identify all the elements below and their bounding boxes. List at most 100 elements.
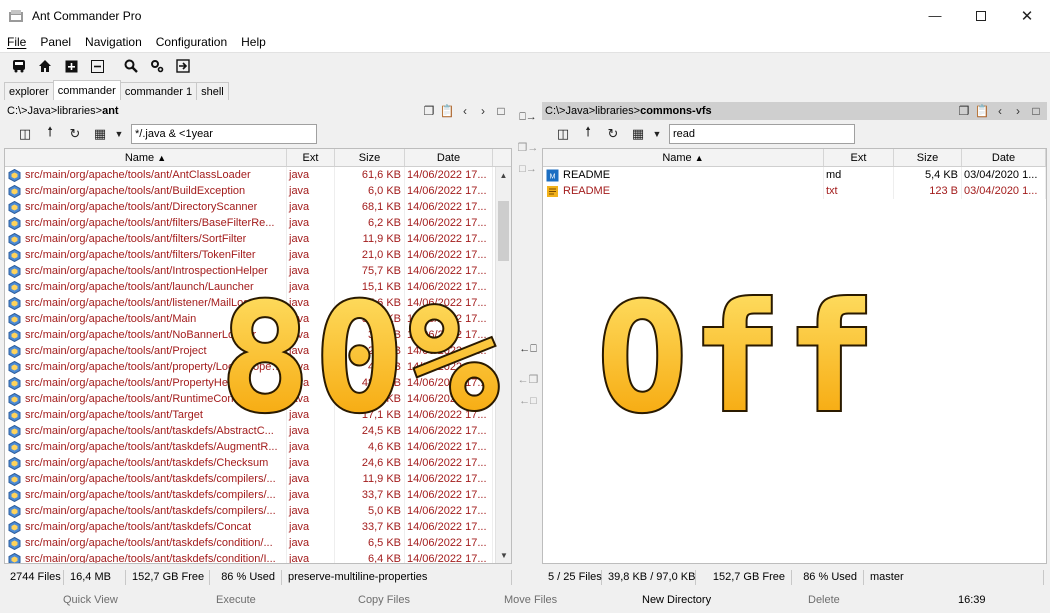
right-path[interactable]: C:\>Java>libraries>commons-vfs xyxy=(545,105,712,117)
left-scrollbar[interactable]: ▲ ▼ xyxy=(495,167,511,563)
maximize-button[interactable] xyxy=(958,0,1004,31)
collapse-button[interactable] xyxy=(86,55,108,77)
search-button[interactable] xyxy=(120,55,142,77)
right-copy-path-button[interactable]: ❐ xyxy=(955,103,973,119)
menu-configuration[interactable]: Configuration xyxy=(149,35,234,49)
left-up-button[interactable]: 🠕 xyxy=(39,123,61,145)
left-col-name[interactable]: Name ▲ xyxy=(5,149,287,166)
tab-explorer[interactable]: explorer xyxy=(4,82,54,100)
table-row[interactable]: src/main/org/apache/tools/ant/taskdefs/c… xyxy=(5,551,511,564)
new-directory-button[interactable]: New Directory xyxy=(642,594,711,606)
table-row[interactable]: src/main/org/apache/tools/ant/filters/Ba… xyxy=(5,215,511,231)
left-filter-input[interactable] xyxy=(131,124,317,144)
close-button[interactable]: ✕ xyxy=(1004,0,1050,31)
menu-navigation[interactable]: Navigation xyxy=(78,35,149,49)
menu-help[interactable]: Help xyxy=(234,35,273,49)
left-back-button[interactable]: ‹ xyxy=(456,103,474,119)
table-row[interactable]: src/main/org/apache/tools/ant/Project jav… xyxy=(5,343,511,359)
home-button[interactable] xyxy=(34,55,56,77)
table-row[interactable]: src/main/org/apache/tools/ant/taskdefs/c… xyxy=(5,503,511,519)
text-file-icon xyxy=(547,185,558,197)
table-row[interactable]: src/main/org/apache/tools/ant/NoBannerLo… xyxy=(5,327,511,343)
table-row[interactable]: src/main/org/apache/tools/ant/RuntimeCon… xyxy=(5,391,511,407)
menu-file[interactable]: File xyxy=(0,35,33,49)
right-col-size[interactable]: Size xyxy=(894,149,962,166)
left-filter-dropdown[interactable]: ▼ xyxy=(114,123,124,145)
delete-button[interactable]: Delete xyxy=(808,594,840,606)
table-row[interactable]: src/main/org/apache/tools/ant/taskdefs/c… xyxy=(5,535,511,551)
execute-button[interactable]: Execute xyxy=(216,594,256,606)
sync-right-button[interactable]: ⎕→ xyxy=(516,106,540,128)
settings-button[interactable] xyxy=(146,55,168,77)
table-row[interactable]: src/main/org/apache/tools/ant/AntClassLo… xyxy=(5,167,511,183)
table-row[interactable]: src/main/org/apache/tools/ant/listener/M… xyxy=(5,295,511,311)
table-row[interactable]: src/main/org/apache/tools/ant/PropertyHe… xyxy=(5,375,511,391)
java-file-icon xyxy=(8,488,21,502)
table-row[interactable]: README txt 123 B 03/04/2020 1... xyxy=(543,183,1046,199)
tab-commander[interactable]: commander xyxy=(52,80,121,100)
table-row[interactable]: src/main/org/apache/tools/ant/filters/To… xyxy=(5,247,511,263)
left-col-size[interactable]: Size xyxy=(335,149,405,166)
left-copy-path-button[interactable]: ❐ xyxy=(420,103,438,119)
left-scroll-thumb[interactable] xyxy=(498,201,509,261)
right-col-ext[interactable]: Ext xyxy=(824,149,894,166)
scroll-up-icon[interactable]: ▲ xyxy=(496,167,511,183)
table-row[interactable]: src/main/org/apache/tools/ant/Target java… xyxy=(5,407,511,423)
bus-button[interactable] xyxy=(8,55,30,77)
right-clipboard-button[interactable]: 📋 xyxy=(973,103,991,119)
move-files-button[interactable]: Move Files xyxy=(504,594,557,606)
move-right-button[interactable]: □→ xyxy=(516,158,540,180)
scroll-down-icon[interactable]: ▼ xyxy=(496,547,511,563)
copy-left-button[interactable]: ←❐ xyxy=(516,368,540,390)
file-name: src/main/org/apache/tools/ant/taskdefs/c… xyxy=(25,553,276,564)
right-filter-dropdown[interactable]: ▼ xyxy=(652,123,662,145)
left-col-ext[interactable]: Ext xyxy=(287,149,335,166)
left-drive-button[interactable]: ◫ xyxy=(14,123,36,145)
file-ext: java xyxy=(287,295,335,311)
sync-left-button[interactable]: ←⎕ xyxy=(516,338,540,360)
right-refresh-button[interactable]: ↻ xyxy=(602,123,624,145)
table-row[interactable]: src/main/org/apache/tools/ant/taskdefs/C… xyxy=(5,519,511,535)
table-row[interactable]: src/main/org/apache/tools/ant/Introspect… xyxy=(5,263,511,279)
right-up-button[interactable]: 🠕 xyxy=(577,123,599,145)
right-drive-button[interactable]: ◫ xyxy=(552,123,574,145)
exit-button[interactable] xyxy=(172,55,194,77)
left-col-date[interactable]: Date xyxy=(405,149,493,166)
table-row[interactable]: M README md 5,4 KB 03/04/2020 1... xyxy=(543,167,1046,183)
table-row[interactable]: src/main/org/apache/tools/ant/taskdefs/C… xyxy=(5,455,511,471)
clipboard-icon: 📋 xyxy=(439,104,455,118)
left-refresh-button[interactable]: ↻ xyxy=(64,123,86,145)
left-select-button[interactable]: ▦ xyxy=(89,123,111,145)
table-row[interactable]: src/main/org/apache/tools/ant/property/L… xyxy=(5,359,511,375)
table-row[interactable]: src/main/org/apache/tools/ant/taskdefs/A… xyxy=(5,423,511,439)
copy-files-button[interactable]: Copy Files xyxy=(358,594,410,606)
right-forward-button[interactable]: › xyxy=(1009,103,1027,119)
right-back-button[interactable]: ‹ xyxy=(991,103,1009,119)
table-row[interactable]: src/main/org/apache/tools/ant/DirectoryS… xyxy=(5,199,511,215)
left-path[interactable]: C:\>Java>libraries>ant xyxy=(7,105,119,117)
quick-view-button[interactable]: Quick View xyxy=(63,594,118,606)
expand-button[interactable] xyxy=(60,55,82,77)
minimize-button[interactable]: — xyxy=(912,0,958,31)
tab-shell[interactable]: shell xyxy=(196,82,229,100)
copy-right-button[interactable]: ❐→ xyxy=(516,136,540,158)
table-row[interactable]: src/main/org/apache/tools/ant/Main java 50… xyxy=(5,311,511,327)
right-col-date[interactable]: Date xyxy=(962,149,1046,166)
left-clipboard-button[interactable]: 📋 xyxy=(438,103,456,119)
table-row[interactable]: src/main/org/apache/tools/ant/filters/So… xyxy=(5,231,511,247)
right-select-button[interactable]: ▦ xyxy=(627,123,649,145)
move-left-button[interactable]: ←□ xyxy=(516,390,540,412)
right-bookmark-button[interactable]: □ xyxy=(1027,103,1045,119)
left-bookmark-button[interactable]: □ xyxy=(492,103,510,119)
table-row[interactable]: src/main/org/apache/tools/ant/taskdefs/c… xyxy=(5,487,511,503)
right-col-name[interactable]: Name ▲ xyxy=(543,149,824,166)
table-row[interactable]: src/main/org/apache/tools/ant/launch/Lau… xyxy=(5,279,511,295)
file-name: src/main/org/apache/tools/ant/property/L… xyxy=(25,361,286,373)
left-forward-button[interactable]: › xyxy=(474,103,492,119)
menu-panel[interactable]: Panel xyxy=(33,35,78,49)
table-row[interactable]: src/main/org/apache/tools/ant/BuildExcep… xyxy=(5,183,511,199)
table-row[interactable]: src/main/org/apache/tools/ant/taskdefs/A… xyxy=(5,439,511,455)
right-filter-input[interactable] xyxy=(669,124,855,144)
tab-commander-1[interactable]: commander 1 xyxy=(119,82,198,100)
table-row[interactable]: src/main/org/apache/tools/ant/taskdefs/c… xyxy=(5,471,511,487)
